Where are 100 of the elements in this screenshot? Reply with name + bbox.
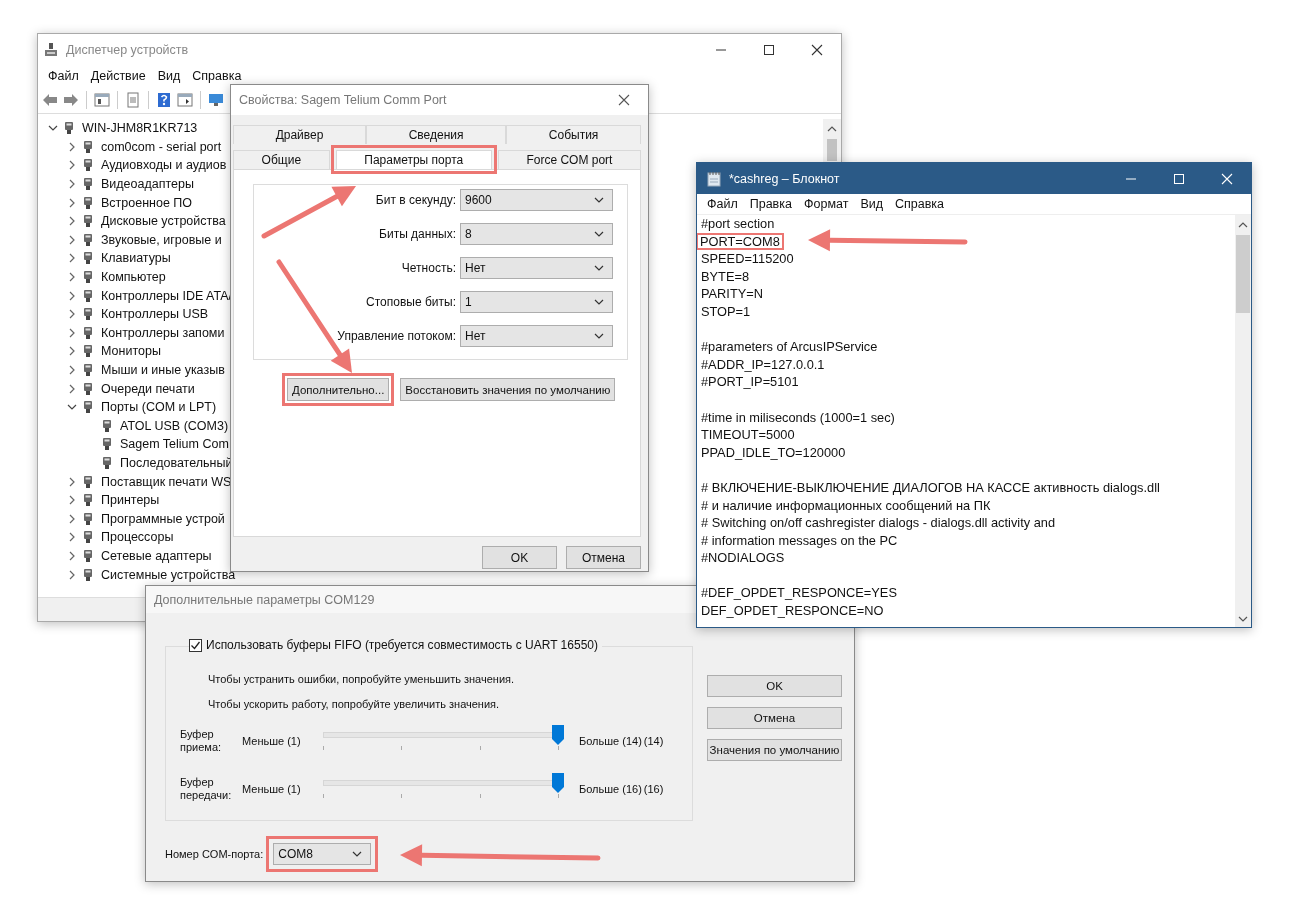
tree-item[interactable]: Системные устройства bbox=[101, 567, 236, 582]
maximize-icon[interactable] bbox=[763, 43, 775, 56]
scrollbar[interactable] bbox=[1235, 215, 1251, 627]
caret-icon bbox=[352, 851, 363, 857]
button[interactable]: Дополнительно... bbox=[287, 378, 390, 401]
dropdown[interactable]: Нет bbox=[460, 325, 613, 347]
chevron-right-icon[interactable] bbox=[67, 383, 77, 394]
chevron-right-icon[interactable] bbox=[67, 309, 77, 320]
chevron-right-icon[interactable] bbox=[67, 532, 77, 543]
chevron-right-icon[interactable] bbox=[67, 141, 77, 152]
menu-item[interactable]: Формат bbox=[797, 197, 855, 211]
window-title: Диспетчер устройств bbox=[66, 42, 189, 57]
tree-item[interactable]: Порты (COM и LPT) bbox=[101, 400, 217, 415]
tree-item[interactable]: Принтеры bbox=[101, 493, 160, 508]
button[interactable]: Отмена bbox=[566, 546, 641, 569]
dropdown[interactable]: 8 bbox=[460, 223, 613, 245]
tab[interactable]: События bbox=[506, 125, 641, 144]
close-icon[interactable] bbox=[811, 43, 823, 56]
menu-item[interactable]: Справка bbox=[889, 197, 951, 211]
text-line: # ВКЛЮЧЕНИЕ-ВЫКЛЮЧЕНИЕ ДИАЛОГОВ НА КАССЕ активность dialogs.dll bbox=[701, 478, 1160, 497]
tree-item[interactable]: Контроллеры USB bbox=[101, 307, 209, 322]
chevron-right-icon[interactable] bbox=[67, 513, 77, 524]
tab[interactable]: Параметры порта bbox=[335, 150, 492, 169]
tree-item[interactable]: Мониторы bbox=[101, 344, 161, 359]
device-icon bbox=[81, 493, 95, 508]
text-line: PPAD_IDLE_TO=120000 bbox=[701, 443, 846, 462]
window-title: *cashreg – Блокнот bbox=[729, 171, 840, 186]
chevron-right-icon[interactable] bbox=[67, 234, 77, 245]
menu-item[interactable]: Файл bbox=[701, 197, 744, 211]
tree-item[interactable]: Процессоры bbox=[101, 530, 174, 545]
dropdown[interactable]: 9600 bbox=[460, 189, 613, 211]
menu-item[interactable]: Файл bbox=[42, 69, 85, 83]
chevron-right-icon[interactable] bbox=[67, 160, 77, 171]
tree-item[interactable]: Очереди печати bbox=[101, 381, 195, 396]
tree-item[interactable]: Сетевые адаптеры bbox=[101, 548, 212, 563]
tree-item[interactable]: Встроенное ПО bbox=[101, 195, 193, 210]
checkbox[interactable] bbox=[189, 638, 202, 652]
tree-item[interactable]: Мыши и иные указыв bbox=[101, 363, 225, 377]
button[interactable]: Восстановить значения по умолчанию bbox=[400, 378, 616, 401]
chevron-right-icon[interactable] bbox=[67, 495, 77, 506]
chevron-right-icon[interactable] bbox=[67, 365, 77, 375]
computer-tree-icon bbox=[44, 42, 58, 57]
text-line: # и наличие информационных сообщений на ПК bbox=[701, 496, 991, 515]
menu-item[interactable]: Справка bbox=[186, 69, 248, 83]
chevron-right-icon[interactable] bbox=[67, 216, 77, 227]
button[interactable]: Значения по умолчанию bbox=[707, 739, 842, 761]
text-line: STOP=1 bbox=[701, 302, 751, 321]
chevron-right-icon[interactable] bbox=[67, 253, 77, 264]
tree-item[interactable]: WIN-JHM8R1KR713 bbox=[82, 121, 198, 136]
dropdown[interactable]: 1 bbox=[460, 291, 613, 313]
tab[interactable]: Общие bbox=[233, 150, 330, 169]
tree-item[interactable]: Последовательный bbox=[120, 456, 233, 470]
chevron-right-icon[interactable] bbox=[67, 197, 77, 208]
chevron-right-icon[interactable] bbox=[67, 327, 77, 338]
chevron-right-icon[interactable] bbox=[67, 476, 77, 487]
device-icon bbox=[81, 325, 95, 340]
slider-thumb[interactable] bbox=[552, 773, 564, 793]
chevron-right-icon[interactable] bbox=[67, 272, 77, 283]
scrollbar-thumb[interactable] bbox=[827, 139, 837, 161]
help-icon bbox=[156, 92, 172, 108]
tab[interactable]: Force COM port bbox=[497, 150, 641, 169]
button[interactable]: OK bbox=[482, 546, 557, 569]
chevron-right-icon[interactable] bbox=[67, 290, 77, 301]
tree-item[interactable]: Контроллеры запоми bbox=[101, 325, 225, 340]
tree-item[interactable]: Дисковые устройства bbox=[101, 214, 226, 229]
text-line: # Switching on/off cashregister dialogs - dialogs.dll activity and bbox=[701, 514, 1055, 532]
close-icon[interactable] bbox=[618, 94, 630, 106]
chevron-right-icon[interactable] bbox=[67, 179, 77, 190]
field-label: Биты данных: bbox=[379, 227, 456, 241]
tree-item[interactable]: Аудиовходы и аудиов bbox=[101, 158, 227, 173]
scrollbar-thumb[interactable] bbox=[1236, 235, 1250, 313]
slider-min-label: Меньше (1) bbox=[242, 783, 302, 795]
device-icon bbox=[81, 344, 95, 359]
chevron-right-icon[interactable] bbox=[67, 346, 77, 357]
tree-item[interactable]: ATOL USB (COM3) bbox=[120, 418, 229, 433]
menu-item[interactable]: Правка bbox=[743, 197, 798, 211]
tab[interactable]: Сведения bbox=[366, 125, 507, 144]
tree-item[interactable]: Sagem Telium Com bbox=[120, 437, 229, 452]
checkbox-label: Использовать буферы FIFO (требуется совместимость с UART 16550) bbox=[206, 638, 598, 652]
menu-item[interactable]: Вид bbox=[854, 197, 889, 211]
field-label: Номер COM-порта: bbox=[165, 848, 264, 860]
tab[interactable]: Драйвер bbox=[233, 125, 367, 144]
tree-item[interactable]: Видеоадаптеры bbox=[101, 177, 194, 192]
text-line: SPEED=115200 bbox=[701, 250, 794, 268]
slider-thumb[interactable] bbox=[552, 725, 564, 745]
tree-item[interactable]: Программные устрой bbox=[101, 511, 225, 526]
tree-item[interactable]: Клавиатуры bbox=[101, 251, 171, 266]
chevron-right-icon[interactable] bbox=[67, 550, 77, 561]
button[interactable]: Отмена bbox=[707, 707, 842, 729]
menu-item[interactable]: Вид bbox=[151, 69, 187, 83]
menu-item[interactable]: Действие bbox=[84, 69, 152, 83]
tree-item[interactable]: Поставщик печати WS bbox=[101, 474, 232, 489]
tree-item[interactable]: Компьютер bbox=[101, 270, 166, 285]
tree-item[interactable]: Звуковые, игровые и bbox=[101, 232, 222, 247]
chevron-right-icon[interactable] bbox=[67, 569, 77, 580]
dropdown[interactable]: COM8 bbox=[273, 843, 372, 865]
tree-item[interactable]: com0com - serial port bbox=[101, 139, 222, 154]
dropdown[interactable]: Нет bbox=[460, 257, 613, 279]
monitor-icon bbox=[208, 92, 224, 108]
button[interactable]: OK bbox=[707, 675, 842, 697]
